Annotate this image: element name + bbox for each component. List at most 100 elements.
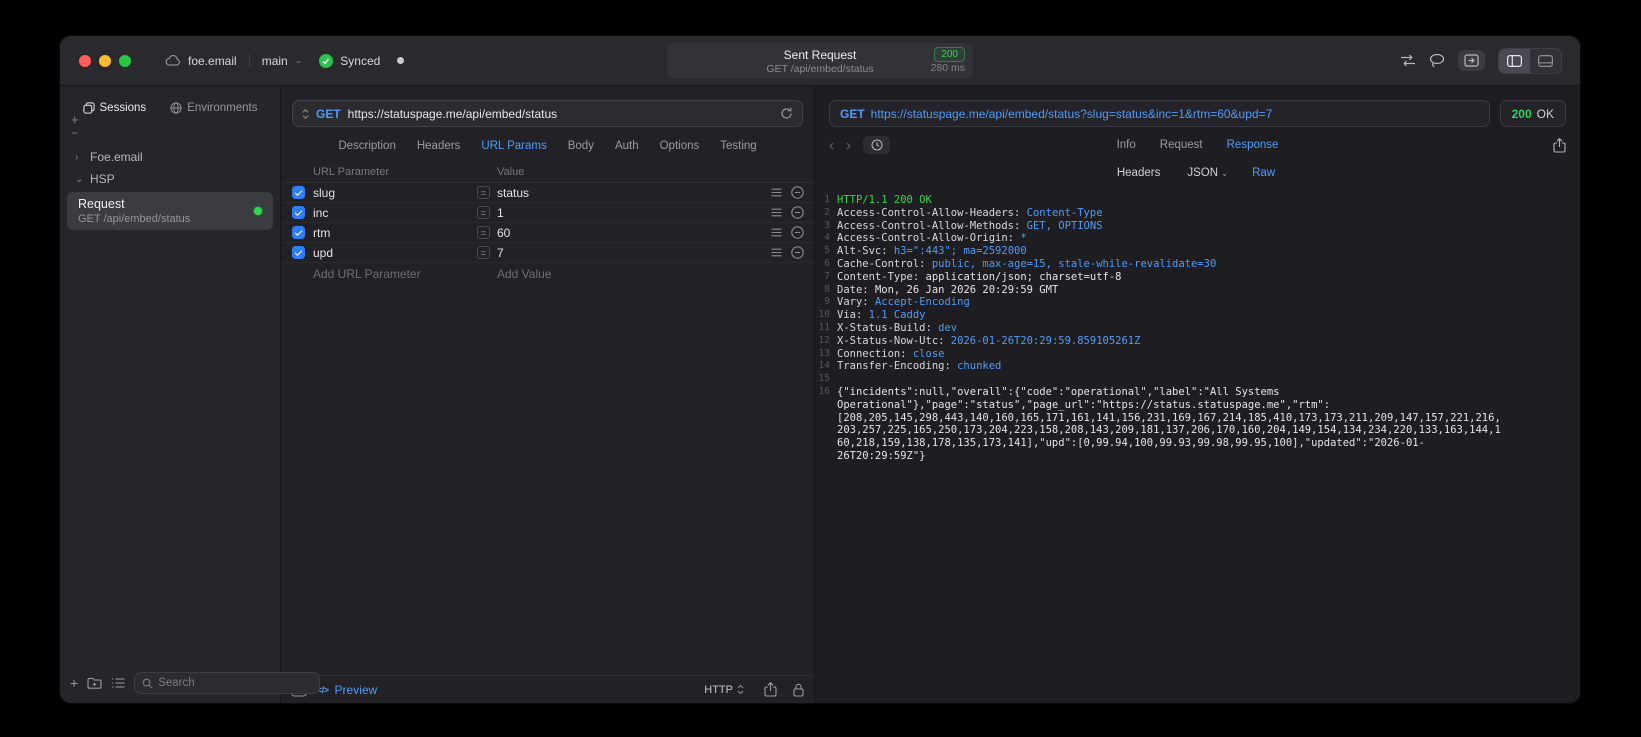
tree-item-hsp[interactable]: ⌄ HSP — [60, 168, 280, 190]
param-row[interactable]: inc = 1 — [281, 203, 814, 223]
method-stepper-icon[interactable] — [302, 108, 309, 120]
response-mode-tab[interactable]: JSON ⌄ — [1187, 167, 1228, 179]
tab-sessions-label: Sessions — [99, 102, 147, 114]
tab-sessions[interactable]: Sessions — [82, 98, 147, 118]
share-icon[interactable] — [764, 682, 777, 697]
line-number: 15 — [818, 373, 830, 385]
search-input[interactable] — [158, 677, 313, 689]
add-session-button[interactable]: + — [71, 113, 79, 126]
line-number: 2 — [824, 206, 830, 218]
drag-handle-icon[interactable] — [771, 248, 782, 257]
new-request-button[interactable]: + — [70, 676, 78, 690]
header-value: dev — [938, 321, 958, 334]
remove-param-icon[interactable] — [791, 246, 804, 259]
bottom-panel-toggle-icon[interactable] — [1530, 49, 1561, 73]
project-name[interactable]: foe.email — [188, 54, 237, 68]
sidebar-toggle-icon[interactable] — [1499, 48, 1530, 73]
param-name[interactable]: slug — [313, 186, 477, 200]
drag-handle-icon[interactable] — [771, 228, 782, 237]
response-tab[interactable]: Info — [1117, 139, 1136, 151]
param-checkbox[interactable] — [292, 206, 305, 219]
updown-chevron-icon — [737, 684, 744, 695]
close-window-button[interactable] — [79, 54, 91, 67]
remove-session-button[interactable]: − — [71, 127, 78, 139]
request-tab[interactable]: Auth — [615, 140, 639, 152]
tab-environments[interactable]: Environments — [170, 98, 257, 118]
header-value: Mon, 26 Jan 2026 20:29:59 GMT — [874, 283, 1059, 296]
preview-button[interactable]: </> Preview — [317, 683, 377, 697]
remove-param-icon[interactable] — [791, 206, 804, 219]
param-name[interactable]: rtm — [313, 226, 477, 240]
param-value[interactable]: status — [497, 186, 771, 200]
request-tab[interactable]: Headers — [417, 140, 460, 152]
line-number: 9 — [824, 296, 830, 308]
param-row[interactable]: slug = status — [281, 183, 814, 203]
drag-handle-icon[interactable] — [771, 188, 782, 197]
sidebar-request-item[interactable]: Request GET /api/embed/status — [67, 192, 273, 230]
tree-item-foe-email[interactable]: › Foe.email — [60, 146, 280, 168]
param-row[interactable]: rtm = 60 — [281, 223, 814, 243]
request-tab[interactable]: Description — [338, 140, 396, 152]
add-value-placeholder[interactable]: Add Value — [497, 267, 552, 281]
line-number: 6 — [824, 257, 830, 269]
request-status-dot — [253, 206, 263, 216]
remove-param-icon[interactable] — [791, 226, 804, 239]
search-field[interactable] — [134, 672, 321, 694]
param-value[interactable]: 7 — [497, 246, 771, 260]
request-url-input[interactable]: https://statuspage.me/api/embed/status — [348, 107, 773, 121]
line-number: 16 — [818, 385, 830, 397]
param-checkbox[interactable] — [292, 186, 305, 199]
remove-param-icon[interactable] — [791, 186, 804, 199]
param-row[interactable]: upd = 7 — [281, 243, 814, 263]
protocol-select[interactable]: HTTP — [704, 684, 744, 696]
request-tab[interactable]: Options — [660, 140, 700, 152]
equals-icon[interactable]: = — [477, 186, 490, 199]
chevron-down-icon[interactable]: ⌄ — [75, 174, 83, 185]
branch-chevron-icon[interactable]: ⌄ — [295, 55, 303, 66]
list-view-button[interactable] — [111, 678, 125, 688]
forward-icon[interactable]: › — [846, 138, 851, 153]
header-name: X-Status-Build: — [837, 321, 939, 334]
request-tab[interactable]: Body — [568, 140, 594, 152]
drag-handle-icon[interactable] — [771, 208, 782, 217]
refresh-icon[interactable] — [780, 107, 793, 120]
history-icon[interactable] — [863, 136, 890, 154]
chevron-right-icon[interactable]: › — [75, 152, 83, 163]
add-param-placeholder[interactable]: Add URL Parameter — [313, 267, 497, 281]
equals-icon[interactable]: = — [477, 206, 490, 219]
request-method[interactable]: GET — [316, 107, 341, 121]
equals-icon[interactable]: = — [477, 246, 490, 259]
request-tab[interactable]: URL Params — [481, 140, 546, 152]
response-request-url[interactable]: GET https://statuspage.me/api/embed/stat… — [829, 100, 1490, 127]
header-name: Transfer-Encoding: — [837, 360, 958, 373]
response-tab[interactable]: Response — [1227, 139, 1279, 151]
summary-title: Sent Request — [783, 47, 857, 62]
request-url-bar[interactable]: GET https://statuspage.me/api/embed/stat… — [292, 100, 803, 127]
param-checkbox[interactable] — [292, 246, 305, 259]
header-value: GET, OPTIONS — [1026, 219, 1103, 232]
request-summary-pill[interactable]: Sent Request GET /api/embed/status 200 2… — [667, 43, 973, 79]
tree-item-label: HSP — [90, 172, 115, 186]
panel-toggle-icon[interactable] — [1458, 50, 1485, 71]
lock-icon[interactable] — [793, 683, 804, 697]
param-name[interactable]: upd — [313, 246, 477, 260]
equals-icon[interactable]: = — [477, 226, 490, 239]
response-tab[interactable]: Request — [1160, 139, 1203, 151]
param-value[interactable]: 60 — [497, 226, 771, 240]
summary-status-badge: 200 — [934, 47, 965, 62]
branch-name[interactable]: main — [262, 54, 288, 68]
request-tab[interactable]: Testing — [720, 140, 756, 152]
back-icon[interactable]: ‹ — [829, 138, 834, 153]
zoom-window-button[interactable] — [119, 54, 131, 67]
param-name[interactable]: inc — [313, 206, 477, 220]
response-mode-tab[interactable]: Headers — [1117, 167, 1163, 179]
lasso-icon[interactable] — [1429, 53, 1445, 68]
param-value[interactable]: 1 — [497, 206, 771, 220]
import-export-icon[interactable] — [1400, 54, 1416, 67]
line-number: 8 — [824, 283, 830, 295]
param-checkbox[interactable] — [292, 226, 305, 239]
export-response-icon[interactable] — [1553, 137, 1566, 153]
new-folder-button[interactable] — [87, 677, 102, 689]
response-mode-tab[interactable]: Raw — [1252, 167, 1278, 179]
minimize-window-button[interactable] — [99, 54, 111, 67]
